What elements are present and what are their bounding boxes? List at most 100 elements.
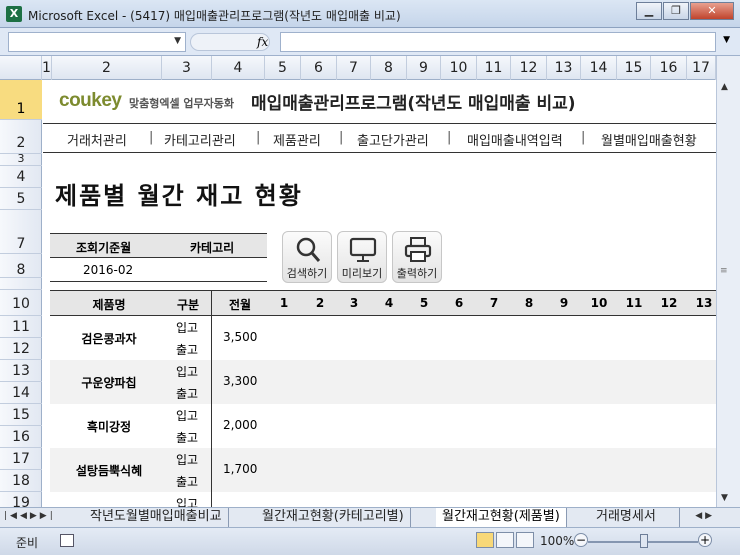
status-ready: 준비 (16, 536, 39, 550)
header-month: 7 (489, 296, 499, 310)
scroll-grip-icon[interactable]: ≡ (720, 266, 728, 276)
column-header[interactable]: 15 (617, 56, 651, 80)
row-header[interactable]: 5 (0, 188, 42, 210)
zoom-level[interactable]: 100% (540, 534, 574, 548)
product-name: 흑미강정 (86, 420, 132, 434)
type-out: 출고 (176, 343, 199, 357)
restore-button[interactable]: ❐ (663, 2, 689, 20)
header-product: 제품명 (92, 298, 126, 312)
print-button[interactable]: 출력하기 (392, 231, 442, 283)
column-header[interactable]: 2 (52, 56, 162, 80)
column-header[interactable]: 10 (441, 56, 477, 80)
row-header[interactable]: 7 (0, 210, 42, 254)
header-month: 12 (660, 296, 678, 310)
row-header[interactable]: 13 (0, 360, 42, 382)
preview-button-label: 미리보기 (341, 267, 383, 280)
nav-separator: | (149, 130, 154, 145)
table-row: 설탕듬뿍식혜 입고 출고 1,700 (50, 448, 716, 492)
row-header[interactable]: 15 (0, 404, 42, 426)
preview-button[interactable]: 미리보기 (337, 231, 387, 283)
nav-item[interactable]: 거래처관리 (67, 130, 127, 149)
status-bar: 준비 100% − + (0, 527, 740, 555)
type-in: 입고 (176, 497, 199, 507)
header-month: 6 (454, 296, 464, 310)
fx-icon: fx (257, 35, 269, 49)
horizontal-scroll-icon[interactable]: ◀ ▶ (695, 511, 712, 521)
window-title: Microsoft Excel - (5417) 매입매출관리프로그램(작년도 … (28, 9, 401, 23)
minimize-button[interactable]: ▁ (636, 2, 662, 20)
column-header[interactable]: 13 (547, 56, 581, 80)
row-header[interactable]: 2 (0, 120, 42, 154)
zoom-slider-thumb[interactable] (640, 534, 648, 548)
row-header[interactable]: 11 (0, 316, 42, 338)
normal-view-button[interactable] (476, 532, 494, 548)
column-header[interactable]: 1 (42, 56, 52, 80)
page-layout-view-button[interactable] (496, 532, 514, 548)
column-header[interactable]: 17 (687, 56, 716, 80)
row-header[interactable]: 10 (0, 290, 42, 316)
row-header[interactable]: 8 (0, 254, 42, 278)
column-header[interactable]: 8 (371, 56, 407, 80)
nav-item[interactable]: 출고단가관리 (357, 130, 429, 149)
table-row: 입고 (50, 492, 716, 507)
nav-item[interactable]: 월별매입매출현황 (601, 130, 697, 149)
chevron-down-icon[interactable]: ▼ (174, 36, 181, 46)
zoom-out-icon[interactable]: − (574, 533, 588, 547)
row-header[interactable]: 12 (0, 338, 42, 360)
product-name: 구운양파칩 (81, 376, 137, 390)
row-header[interactable]: 3 (0, 153, 42, 166)
period-input[interactable]: 2016-02 (83, 263, 133, 277)
row-header[interactable]: 1 (0, 80, 42, 120)
column-header[interactable]: 16 (651, 56, 687, 80)
row-header[interactable]: 17 (0, 448, 42, 470)
column-header[interactable]: 4 (212, 56, 265, 80)
tab-nav-arrows-icon[interactable]: |◀◀▶▶| (4, 511, 56, 521)
zoom-in-icon[interactable]: + (698, 533, 712, 547)
row-headers: 1 2 3 4 5 7 8 10 11 12 13 14 15 16 17 18… (0, 80, 42, 514)
row-header[interactable] (0, 278, 42, 290)
nav-item[interactable]: 제품관리 (273, 130, 321, 149)
column-header[interactable]: 9 (407, 56, 441, 80)
formula-bar: ▼ fx ▼ (0, 28, 740, 56)
column-header[interactable]: 5 (265, 56, 301, 80)
row-header[interactable]: 18 (0, 470, 42, 492)
page-break-view-button[interactable] (516, 532, 534, 548)
type-out: 출고 (176, 387, 199, 401)
search-button[interactable]: 검색하기 (282, 231, 332, 283)
vertical-scrollbar[interactable]: ▲ ≡ ▼ (716, 56, 740, 507)
row-header[interactable]: 4 (0, 166, 42, 188)
column-header[interactable]: 6 (301, 56, 337, 80)
column-header[interactable]: 14 (581, 56, 617, 80)
type-in: 입고 (176, 409, 199, 423)
close-button[interactable]: ✕ (690, 2, 734, 20)
scroll-up-icon[interactable]: ▲ (721, 82, 728, 92)
expand-formula-icon[interactable]: ▼ (723, 35, 730, 45)
sheet-tab[interactable]: 거래명세서 (590, 508, 680, 527)
sheet-tab[interactable]: 작년도월별매입매출비교 (84, 508, 229, 527)
scroll-down-icon[interactable]: ▼ (721, 493, 728, 503)
column-divider (211, 290, 212, 507)
column-header[interactable]: 3 (162, 56, 212, 80)
formula-input[interactable] (280, 32, 716, 52)
insert-function-button[interactable]: fx (190, 33, 270, 51)
excel-icon: X (6, 6, 22, 22)
macro-record-icon[interactable] (60, 534, 74, 547)
select-all-corner[interactable] (0, 56, 42, 80)
sheet-tab[interactable]: 월간재고현황(카테고리별) (256, 508, 411, 527)
row-header[interactable]: 16 (0, 426, 42, 448)
row-header[interactable]: 14 (0, 382, 42, 404)
worksheet: coukey 맞춤형엑셀 업무자동화 매입매출관리프로그램(작년도 매입매출 비… (43, 80, 716, 507)
prev-month-value: 3,300 (223, 374, 258, 388)
app-title: 매입매출관리프로그램(작년도 매입매출 비교) (251, 94, 576, 114)
name-box[interactable]: ▼ (8, 32, 186, 52)
table-header: 제품명 구분 전월 1 2 3 4 5 6 7 8 9 10 11 12 13 (50, 290, 716, 316)
title-bar: X Microsoft Excel - (5417) 매입매출관리프로그램(작년… (0, 0, 740, 28)
prev-month-value: 1,700 (223, 462, 258, 476)
nav-item[interactable]: 카테고리관리 (164, 130, 236, 149)
nav-item[interactable]: 매입매출내역입력 (467, 130, 563, 149)
column-header[interactable]: 11 (477, 56, 511, 80)
header-month: 1 (279, 296, 289, 310)
column-header[interactable]: 7 (337, 56, 371, 80)
sheet-tab-active[interactable]: 월간재고현황(제품별) (436, 508, 567, 527)
column-header[interactable]: 12 (511, 56, 547, 80)
